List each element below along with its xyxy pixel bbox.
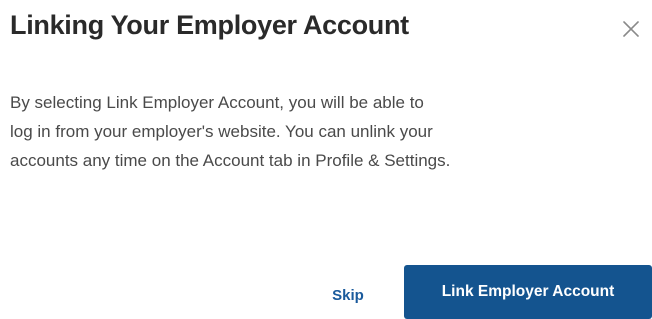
link-employer-dialog: Linking Your Employer Account By selecti… bbox=[0, 0, 652, 319]
dialog-message: By selecting Link Employer Account, you … bbox=[10, 88, 650, 175]
skip-button[interactable]: Skip bbox=[318, 274, 378, 316]
dialog-title: Linking Your Employer Account bbox=[10, 10, 409, 40]
dialog-message-line: By selecting Link Employer Account, you … bbox=[10, 93, 424, 112]
close-icon bbox=[623, 21, 639, 37]
close-button[interactable] bbox=[618, 16, 644, 42]
dialog-message-line: log in from your employer's website. You… bbox=[10, 122, 433, 141]
link-employer-account-button[interactable]: Link Employer Account bbox=[404, 265, 652, 319]
dialog-message-line: accounts any time on the Account tab in … bbox=[10, 151, 451, 170]
